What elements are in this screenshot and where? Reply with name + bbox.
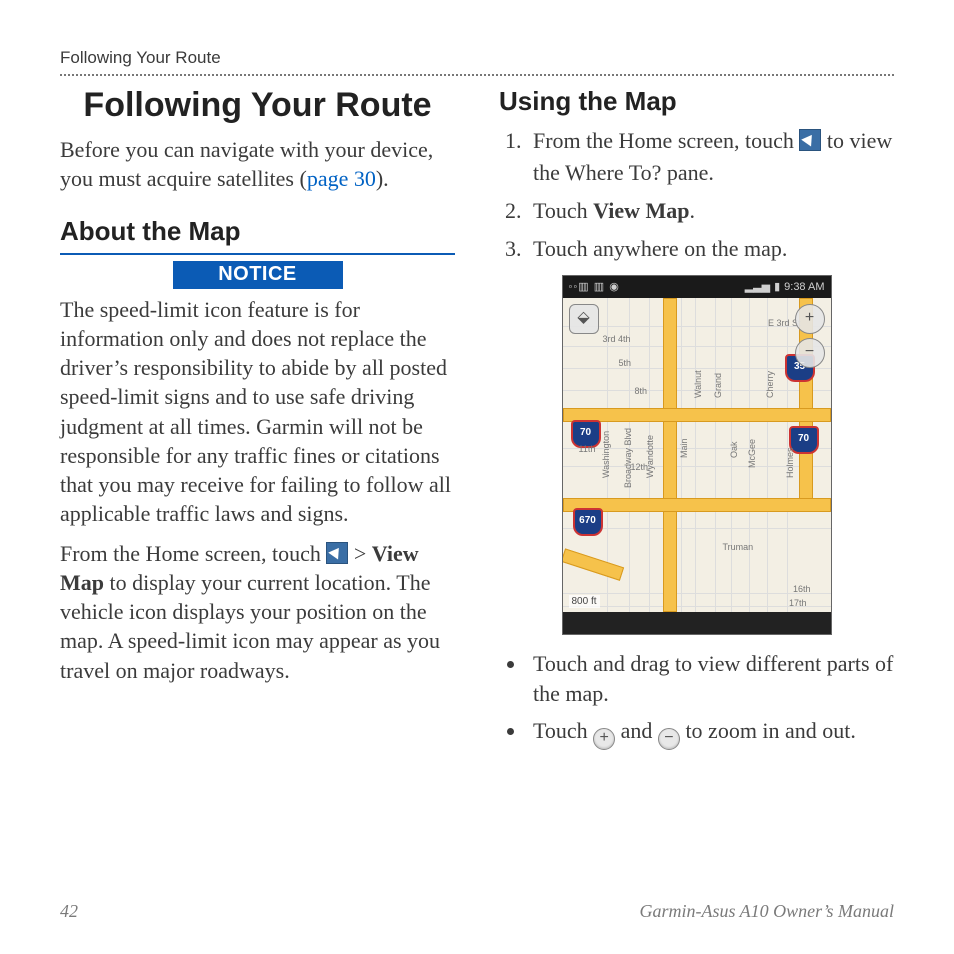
step2-bold: View Map bbox=[593, 198, 689, 223]
street-label: 11th bbox=[579, 444, 596, 454]
zoom-out-button[interactable]: − bbox=[795, 338, 825, 368]
bullet2-text-a: Touch bbox=[533, 718, 593, 743]
bullet2-text-mid: and bbox=[615, 718, 658, 743]
phone-bottom-bar bbox=[563, 612, 831, 634]
bullet-list: Touch and drag to view different parts o… bbox=[499, 649, 894, 751]
bullet-zoom: Touch + and − to zoom in and out. bbox=[527, 716, 894, 750]
step2-text-c: . bbox=[690, 198, 696, 223]
street-label: 8th bbox=[635, 386, 648, 396]
street-label: Grand bbox=[713, 373, 723, 398]
street-label: Holmes bbox=[785, 447, 795, 478]
running-head: Following Your Route bbox=[60, 48, 894, 68]
signal-icon: ▂▃▅ bbox=[745, 280, 770, 293]
notice-box: NOTICE bbox=[60, 253, 455, 289]
about-text-gt: > bbox=[348, 541, 371, 566]
navigate-icon bbox=[326, 542, 348, 564]
page-30-link[interactable]: page 30 bbox=[307, 166, 376, 191]
phone-status-bar: ◦◦▥ ▥ ◉ ▂▃▅ ▮ 9:38 AM bbox=[563, 276, 831, 298]
step-1: From the Home screen, touch to view the … bbox=[527, 125, 894, 189]
street-label: Oak bbox=[729, 441, 739, 458]
map-scale: 800 ft bbox=[569, 595, 600, 608]
bullet-drag: Touch and drag to view different parts o… bbox=[527, 649, 894, 711]
header-divider bbox=[60, 74, 894, 76]
bullet2-text-b: to zoom in and out. bbox=[680, 718, 856, 743]
page-number: 42 bbox=[60, 901, 78, 922]
about-the-map-heading: About the Map bbox=[60, 216, 455, 247]
intro-text-after: ). bbox=[376, 166, 389, 191]
manual-title: Garmin-Asus A10 Owner’s Manual bbox=[639, 901, 894, 922]
street-label: McGee bbox=[747, 439, 757, 468]
street-label: Walnut bbox=[693, 370, 703, 398]
street-label: Main bbox=[679, 438, 689, 458]
street-label: 5th bbox=[619, 358, 632, 368]
interstate-670-shield: 670 bbox=[573, 508, 603, 536]
right-column: Using the Map From the Home screen, touc… bbox=[499, 86, 894, 756]
intro-paragraph: Before you can navigate with your device… bbox=[60, 135, 455, 194]
navigate-icon bbox=[799, 129, 821, 151]
street-label: Cherry bbox=[765, 371, 775, 398]
map-screenshot: ◦◦▥ ▥ ◉ ▂▃▅ ▮ 9:38 AM bbox=[562, 275, 832, 635]
street-label: 17th bbox=[789, 598, 807, 608]
about-paragraph: From the Home screen, touch > View Map t… bbox=[60, 539, 455, 685]
status-left-icons: ◦◦▥ ▥ ◉ bbox=[569, 280, 620, 293]
step-2: Touch View Map. bbox=[527, 195, 894, 227]
about-text-pre: From the Home screen, touch bbox=[60, 541, 326, 566]
map-canvas[interactable]: 35 70 70 670 E 3rd St 3rd 4th 5th 8th 11… bbox=[563, 298, 831, 612]
compass-button[interactable]: ⬙ bbox=[569, 304, 599, 334]
street-label: Broadway Blvd bbox=[623, 428, 633, 488]
step-3: Touch anywhere on the map. bbox=[527, 233, 894, 265]
plus-icon: + bbox=[593, 728, 615, 750]
street-label: 3rd 4th bbox=[603, 334, 631, 344]
left-column: Following Your Route Before you can navi… bbox=[60, 86, 455, 756]
street-label: Wyandotte bbox=[645, 435, 655, 478]
street-label: Washington bbox=[601, 430, 611, 477]
notice-label: NOTICE bbox=[173, 261, 343, 289]
street-label: 16th bbox=[793, 584, 811, 594]
steps-list: From the Home screen, touch to view the … bbox=[499, 125, 894, 265]
about-text-post: to display your current location. The ve… bbox=[60, 570, 440, 683]
step2-text-a: Touch bbox=[533, 198, 593, 223]
street-label: Truman bbox=[723, 542, 754, 552]
zoom-in-button[interactable]: + bbox=[795, 304, 825, 334]
page-title: Following Your Route bbox=[60, 86, 455, 125]
notice-body: The speed-limit icon feature is for info… bbox=[60, 295, 455, 529]
status-time: 9:38 AM bbox=[784, 281, 824, 293]
using-the-map-heading: Using the Map bbox=[499, 86, 894, 117]
step1-text-a: From the Home screen, touch bbox=[533, 128, 799, 153]
battery-icon: ▮ bbox=[774, 280, 780, 293]
page-footer: 42 Garmin-Asus A10 Owner’s Manual bbox=[60, 901, 894, 922]
minus-icon: − bbox=[658, 728, 680, 750]
